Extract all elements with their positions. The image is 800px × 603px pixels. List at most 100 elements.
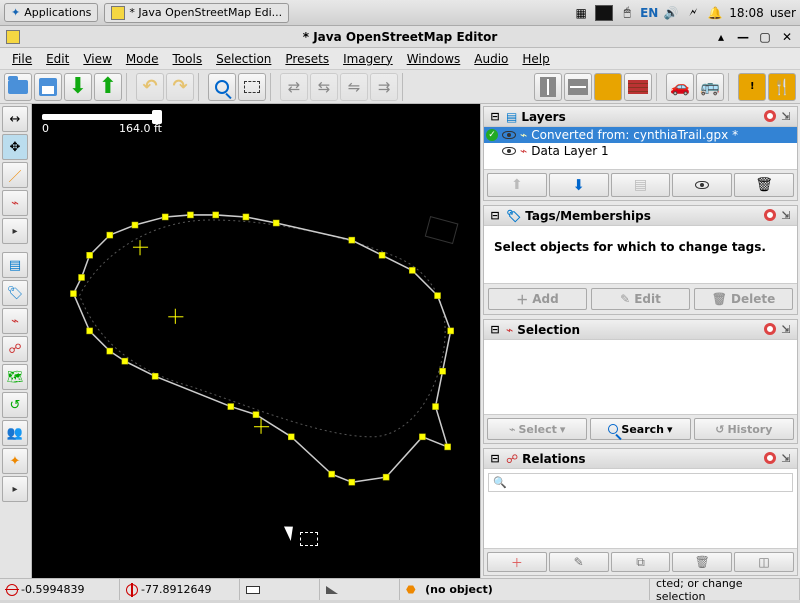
more-panels-button[interactable]: ▸ bbox=[2, 476, 28, 502]
layer-visibility-button[interactable] bbox=[672, 173, 732, 197]
applications-menu[interactable]: ✦ Applications bbox=[4, 3, 98, 22]
layer-down-button[interactable]: ⬇ bbox=[549, 173, 609, 197]
relation-new-button[interactable]: ＋ bbox=[487, 552, 547, 572]
selection-panel: ⊟⌁Selection ⇲ ⌁Select ▾ Search ▾ ↺Histor… bbox=[483, 319, 798, 444]
undo-button[interactable]: ↶ bbox=[136, 73, 164, 101]
collapse-icon[interactable]: ⊟ bbox=[488, 323, 502, 337]
tray-workspace-icon[interactable]: ▦ bbox=[573, 5, 589, 21]
tag-delete-button[interactable]: 🗑Delete bbox=[694, 288, 793, 310]
distribute-nodes-button[interactable]: ⇆ bbox=[310, 73, 338, 101]
more-modes-button[interactable]: ▸ bbox=[2, 218, 28, 244]
layer-toggle-button[interactable]: ▤ bbox=[611, 173, 671, 197]
relation-edit-button[interactable]: ✎ bbox=[549, 552, 609, 572]
draw-mode-button[interactable]: ／ bbox=[2, 162, 28, 188]
menu-tools[interactable]: Tools bbox=[167, 50, 209, 68]
download-button[interactable]: ⬇ bbox=[64, 73, 92, 101]
help-icon[interactable] bbox=[764, 209, 776, 221]
menu-mode[interactable]: Mode bbox=[120, 50, 165, 68]
layer-up-button[interactable]: ⬆ bbox=[487, 173, 547, 197]
selection-select-button[interactable]: ⌁Select ▾ bbox=[487, 418, 587, 440]
window-close-button[interactable]: ✕ bbox=[780, 30, 794, 44]
window-minimize-button[interactable]: — bbox=[736, 30, 750, 44]
pin-icon[interactable]: ⇲ bbox=[779, 452, 793, 466]
help-icon[interactable] bbox=[764, 110, 776, 122]
follow-button[interactable]: ⇉ bbox=[370, 73, 398, 101]
pin-icon[interactable]: ⇲ bbox=[779, 209, 793, 223]
layer-row[interactable]: ⌁ Data Layer 1 bbox=[484, 143, 797, 159]
relation-select-button[interactable]: ◫ bbox=[734, 552, 794, 572]
tray-lang-indicator[interactable]: EN bbox=[641, 5, 657, 21]
collapse-icon[interactable]: ⊟ bbox=[488, 110, 502, 124]
help-icon[interactable] bbox=[764, 452, 776, 464]
menu-view[interactable]: View bbox=[77, 50, 117, 68]
layer-row-active[interactable]: ✓ ⌁ Converted from: cynthiaTrail.gpx * bbox=[484, 127, 797, 143]
redo-button[interactable]: ↷ bbox=[166, 73, 194, 101]
preset-warning-button[interactable] bbox=[738, 73, 766, 101]
menu-audio[interactable]: Audio bbox=[468, 50, 514, 68]
pin-icon[interactable]: ⇲ bbox=[779, 323, 793, 337]
tray-volume-icon[interactable]: 🔊 bbox=[663, 5, 679, 21]
undo-stack-button[interactable]: ↺ bbox=[2, 392, 28, 418]
layer-delete-button[interactable]: 🗑 bbox=[734, 173, 794, 197]
collapse-icon[interactable]: ⊟ bbox=[488, 209, 502, 223]
open-button[interactable] bbox=[4, 73, 32, 101]
visible-icon[interactable] bbox=[502, 131, 516, 139]
window-maximize-button[interactable]: ▢ bbox=[758, 30, 772, 44]
way-path[interactable] bbox=[73, 215, 450, 482]
tray-user[interactable]: user bbox=[770, 6, 796, 20]
menu-presets[interactable]: Presets bbox=[279, 50, 335, 68]
pin-icon[interactable]: ⇲ bbox=[779, 110, 793, 124]
status-hint: cted; or change selection bbox=[650, 579, 800, 600]
tray-clock[interactable]: 18:08 bbox=[729, 6, 764, 20]
menu-selection[interactable]: Selection bbox=[210, 50, 277, 68]
lasso-mode-button[interactable]: ✥ bbox=[2, 134, 28, 160]
tray-notifications-icon[interactable]: 🔔 bbox=[707, 5, 723, 21]
layers-icon: ▤ bbox=[506, 110, 517, 124]
menu-windows[interactable]: Windows bbox=[401, 50, 467, 68]
filter-toggle-button[interactable]: ✦ bbox=[2, 448, 28, 474]
relation-delete-button[interactable]: 🗑 bbox=[672, 552, 732, 572]
relations-toggle-button[interactable]: ☍ bbox=[2, 336, 28, 362]
menu-imagery[interactable]: Imagery bbox=[337, 50, 399, 68]
relations-filter-input[interactable] bbox=[488, 473, 793, 492]
selection-history-button[interactable]: ↺History bbox=[694, 418, 794, 440]
preset-food-button[interactable]: 🍴 bbox=[768, 73, 796, 101]
menu-help[interactable]: Help bbox=[516, 50, 555, 68]
layers-toggle-button[interactable]: ▤ bbox=[2, 252, 28, 278]
collapse-icon[interactable]: ⊟ bbox=[488, 452, 502, 466]
visible-icon[interactable] bbox=[502, 147, 516, 155]
preset-orange-button[interactable] bbox=[594, 73, 622, 101]
map-toggle-button[interactable]: 🗺 bbox=[2, 364, 28, 390]
relation-duplicate-button[interactable]: ⧉ bbox=[611, 552, 671, 572]
select-mode-button[interactable]: ↔ bbox=[2, 106, 28, 132]
menu-file[interactable]: File bbox=[6, 50, 38, 68]
preset-road-h-button[interactable] bbox=[564, 73, 592, 101]
tray-terminal-icon[interactable] bbox=[595, 5, 613, 21]
preferences-button[interactable] bbox=[238, 73, 266, 101]
mirror-button[interactable]: ⇋ bbox=[340, 73, 368, 101]
window-rollup-button[interactable]: ▴ bbox=[714, 30, 728, 44]
tray-battery-icon[interactable]: 🗲 bbox=[685, 5, 701, 21]
taskbar-entry-josm[interactable]: * Java OpenStreetMap Edi... bbox=[104, 3, 289, 23]
tray-mouse-icon[interactable]: 🖱 bbox=[619, 5, 635, 21]
preset-building-button[interactable] bbox=[624, 73, 652, 101]
map-canvas[interactable]: 0 164.0 ft bbox=[32, 104, 480, 578]
upload-button[interactable]: ⬆ bbox=[94, 73, 122, 101]
selection-toggle-button[interactable]: ⌁ bbox=[2, 308, 28, 334]
selection-search-button[interactable]: Search ▾ bbox=[590, 418, 690, 440]
preset-car-button[interactable]: 🚗 bbox=[666, 73, 694, 101]
tag-add-button[interactable]: ＋Add bbox=[488, 288, 587, 310]
validator-toggle-button[interactable]: 👥 bbox=[2, 420, 28, 446]
preset-road-v-button[interactable] bbox=[534, 73, 562, 101]
road-secondary-icon bbox=[568, 79, 588, 95]
help-icon[interactable] bbox=[764, 323, 776, 335]
tag-edit-button[interactable]: ✎Edit bbox=[591, 288, 690, 310]
search-button[interactable] bbox=[208, 73, 236, 101]
layers-panel: ⊟▤Layers ⇲ ✓ ⌁ Converted from: cynthiaTr… bbox=[483, 106, 798, 201]
preset-bus-button[interactable]: 🚌 bbox=[696, 73, 724, 101]
save-button[interactable] bbox=[34, 73, 62, 101]
extrude-mode-button[interactable]: ⌁ bbox=[2, 190, 28, 216]
tags-toggle-button[interactable]: 🏷 bbox=[2, 280, 28, 306]
menu-edit[interactable]: Edit bbox=[40, 50, 75, 68]
align-nodes-button[interactable]: ⇄ bbox=[280, 73, 308, 101]
